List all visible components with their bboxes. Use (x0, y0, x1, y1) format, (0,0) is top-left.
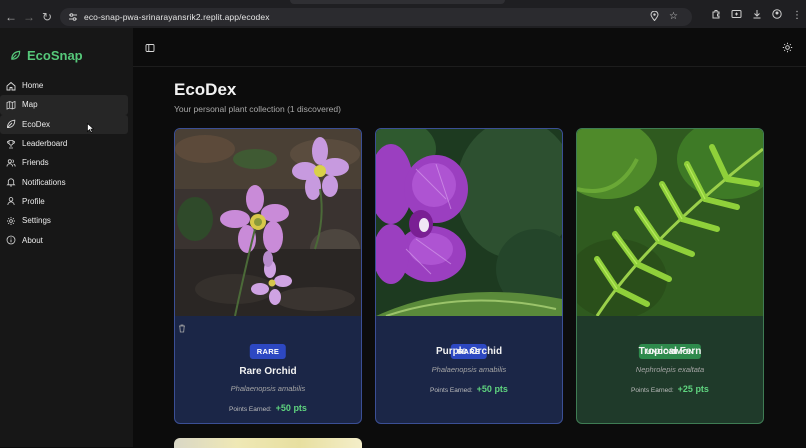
mouse-cursor-icon (87, 123, 94, 133)
trophy-icon (7, 139, 15, 148)
leaf-logo-icon (11, 50, 21, 60)
brand[interactable]: EcoSnap (10, 48, 83, 63)
sidebar-item-label: EcoDex (22, 119, 51, 129)
site-settings-icon[interactable] (66, 10, 80, 24)
plant-card-tropical-fern[interactable]: UNCOMMON Tropical Fern Nephrolepis exalt… (576, 128, 764, 424)
plant-card-rare-orchid[interactable]: RARE Rare Orchid Phalaenopsis amabilis P… (174, 128, 362, 424)
extensions-icon[interactable] (711, 9, 721, 22)
plant-scientific-name: Nephrolepis exaltata (635, 365, 705, 374)
sidebar-item-leaderboard[interactable]: Leaderboard (0, 134, 128, 153)
cast-icon[interactable] (731, 9, 742, 22)
theme-toggle-sun-icon[interactable] (782, 42, 793, 53)
browser-toolbar: ← → ↻ eco-snap-pwa-srinarayansrik2.repli… (0, 6, 806, 28)
sidebar-item-label: Map (22, 100, 38, 110)
brand-name: EcoSnap (27, 48, 83, 63)
points-label: Points Earned: (430, 387, 473, 394)
points-label: Points Earned: (631, 387, 674, 394)
users-icon (6, 159, 16, 167)
gear-icon (7, 216, 15, 225)
points-value: +50 pts (476, 384, 508, 394)
address-bar[interactable]: eco-snap-pwa-srinarayansrik2.replit.app/… (60, 8, 692, 26)
sidebar-nav: Home Map EcoDex Leaderboard Friends Noti… (0, 76, 133, 250)
plant-photo-pink-flowers (175, 129, 361, 316)
sidebar-item-ecodex[interactable]: EcoDex (0, 114, 128, 134)
home-icon (6, 81, 16, 91)
plant-scientific-name: Phalaenopsis amabilis (431, 365, 507, 374)
info-icon (6, 235, 16, 245)
main-content: EcoDex Your personal plant collection (1… (133, 28, 806, 448)
sidebar-toggle-icon[interactable] (145, 43, 155, 53)
bell-icon (6, 178, 16, 187)
points-label: Points Earned: (229, 406, 272, 413)
sidebar-item-home[interactable]: Home (0, 76, 128, 95)
more-icon[interactable]: ⋮ (792, 10, 802, 21)
sidebar-item-label: Home (22, 81, 44, 91)
reload-icon[interactable]: ↻ (38, 8, 56, 26)
plant-photo-fern (577, 129, 763, 316)
sidebar-item-label: Settings (22, 216, 51, 226)
sidebar: EcoSnap Home Map EcoDex Leaderboard Frie… (0, 28, 133, 447)
sidebar-item-label: Profile (22, 196, 45, 206)
user-icon (7, 197, 15, 206)
sidebar-item-notifications[interactable]: Notifications (0, 172, 128, 191)
forward-icon[interactable]: → (20, 8, 38, 26)
sidebar-item-friends[interactable]: Friends (0, 153, 128, 172)
points-earned: Points Earned: +50 pts (376, 384, 562, 394)
plant-name: Purple Orchid (435, 346, 503, 357)
location-icon[interactable] (650, 10, 659, 24)
points-value: +25 pts (677, 384, 709, 394)
sidebar-item-profile[interactable]: Profile (0, 192, 128, 211)
plant-scientific-name: Phalaenopsis amabilis (230, 384, 306, 393)
sidebar-item-label: About (22, 235, 43, 245)
url-text[interactable]: eco-snap-pwa-srinarayansrik2.replit.app/… (84, 12, 270, 22)
plant-name: Rare Orchid (239, 366, 297, 377)
sidebar-item-map[interactable]: Map (0, 95, 128, 115)
sidebar-item-label: Notifications (22, 177, 66, 187)
sidebar-item-label: Friends (22, 158, 49, 168)
map-icon (6, 100, 16, 110)
browser-tab[interactable] (290, 0, 505, 4)
page-subtitle: Your personal plant collection (1 discov… (174, 104, 341, 114)
star-icon[interactable]: ☆ (669, 11, 678, 24)
points-value: +50 pts (275, 403, 307, 413)
back-icon[interactable]: ← (2, 8, 20, 26)
header-divider (133, 66, 806, 67)
sidebar-item-settings[interactable]: Settings (0, 211, 128, 230)
leaf-icon (7, 119, 16, 129)
plant-photo-purple-orchid (376, 129, 562, 316)
account-icon[interactable] (772, 9, 782, 22)
points-earned: Points Earned: +25 pts (577, 384, 763, 394)
rarity-badge: RARE (249, 344, 287, 359)
plant-card-purple-orchid[interactable]: RARE Purple Orchid Phalaenopsis amabilis… (375, 128, 563, 424)
sidebar-item-about[interactable]: About (0, 230, 128, 249)
points-earned: Points Earned: +50 pts (175, 403, 361, 413)
page-title: EcoDex (174, 80, 237, 99)
trash-icon[interactable] (178, 324, 186, 333)
plant-name: Tropical Fern (638, 346, 702, 357)
sidebar-item-label: Leaderboard (22, 139, 68, 149)
download-icon[interactable] (752, 9, 762, 22)
